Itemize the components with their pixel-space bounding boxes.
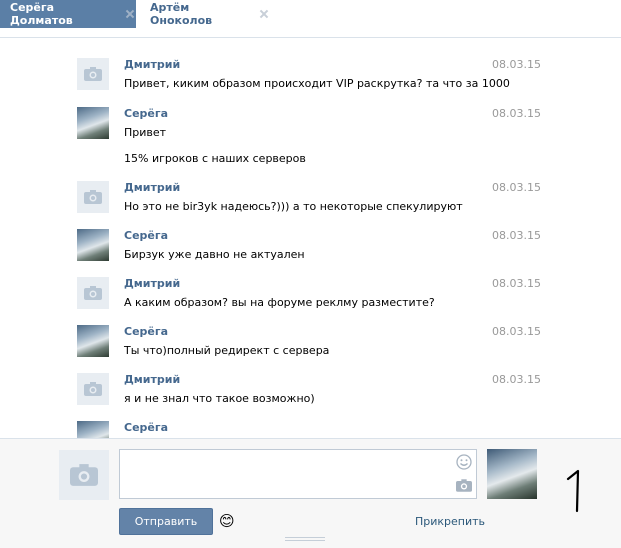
message-author[interactable]: Дмитрий — [124, 277, 180, 290]
avatar[interactable] — [77, 373, 109, 405]
message-author[interactable]: Дмитрий — [124, 373, 180, 386]
tab-inactive-dialog[interactable]: Артём Оноколов — [140, 0, 270, 28]
camera-icon — [84, 190, 102, 204]
camera-icon — [70, 464, 98, 486]
message-author[interactable]: Серёга — [124, 421, 168, 434]
message-text: А каким образом? вы на форуме реклму раз… — [124, 296, 435, 309]
message-author[interactable]: Дмитрий — [124, 58, 180, 71]
tab-label: Серёга Долматов — [10, 1, 73, 27]
avatar[interactable] — [77, 58, 109, 90]
avatar[interactable] — [77, 181, 109, 213]
camera-icon[interactable] — [456, 479, 472, 492]
tab-active-dialog[interactable]: Серёга Долматов — [0, 0, 136, 28]
handwritten-annotation — [566, 469, 580, 513]
my-avatar[interactable] — [59, 450, 109, 500]
attach-link[interactable]: Прикрепить — [415, 515, 485, 528]
send-button[interactable]: Отправить — [119, 508, 213, 535]
message-date: 08.03.15 — [492, 58, 541, 71]
avatar[interactable] — [77, 325, 109, 357]
message-text: Привет — [124, 126, 167, 139]
message-text: Бирзук уже давно не актуален — [124, 248, 305, 261]
message-date: 08.03.15 — [492, 107, 541, 120]
message-text: 15% игроков с наших серверов — [124, 152, 306, 165]
message-input[interactable] — [119, 449, 477, 499]
message-date: 08.03.15 — [492, 181, 541, 194]
avatar[interactable] — [77, 277, 109, 309]
avatar[interactable] — [77, 421, 109, 438]
message-history[interactable]: Дмитрий 08.03.15 Привет, киким образом п… — [0, 38, 621, 438]
emoji-icon[interactable]: 😊 — [219, 512, 235, 530]
close-icon[interactable] — [124, 8, 136, 20]
message-text: Но это не bir3yk надеюсь?))) а то некото… — [124, 200, 463, 213]
message-author[interactable]: Дмитрий — [124, 181, 180, 194]
smile-icon[interactable] — [456, 454, 472, 470]
message-date: 08.03.15 — [492, 277, 541, 290]
message-author[interactable]: Серёга — [124, 107, 168, 120]
message-text: я и не знал что такое возможно) — [124, 392, 315, 405]
message-composer: Отправить 😊 Прикрепить — [0, 438, 621, 548]
message-date: 08.03.15 — [492, 373, 541, 386]
camera-icon — [84, 67, 102, 81]
message-date: 08.03.15 — [492, 229, 541, 242]
camera-icon — [84, 286, 102, 300]
message-text: Привет, киким образом происходит VIP рас… — [124, 77, 510, 90]
message-author[interactable]: Серёга — [124, 325, 168, 338]
peer-avatar[interactable] — [487, 449, 537, 499]
message-date: 08.03.15 — [492, 325, 541, 338]
resize-handle[interactable] — [285, 537, 325, 543]
message-author[interactable]: Серёга — [124, 229, 168, 242]
message-text: Ты что)полный редирект с сервера — [124, 344, 330, 357]
tab-label: Артём Оноколов — [150, 1, 213, 27]
avatar[interactable] — [77, 229, 109, 261]
dialog-tabs: Серёга Долматов Артём Оноколов — [0, 0, 621, 38]
camera-icon — [84, 382, 102, 396]
avatar[interactable] — [77, 107, 109, 139]
close-icon[interactable] — [258, 8, 270, 20]
